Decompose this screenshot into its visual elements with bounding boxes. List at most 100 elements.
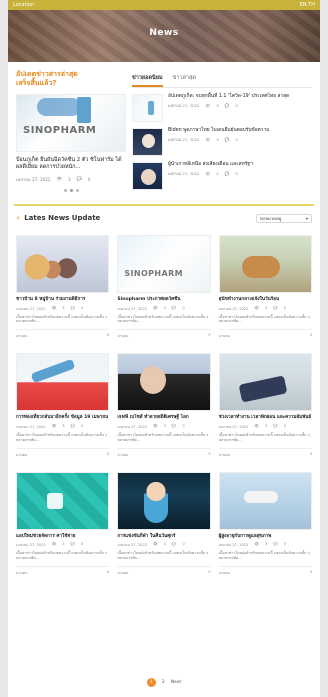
feed-title[interactable]: Biden พูดภาษาไทย ไบเดนยืนยันตอบรับข้อควา…: [168, 128, 312, 134]
read-more-link[interactable]: อ่านต่อ: [219, 333, 230, 339]
news-card-title[interactable]: แอปใหม่ช่วยจัดการ ค่าใช้จ่าย: [16, 534, 109, 540]
news-card-excerpt: เนื้อหาข่าวโดยย่อสำหรับบทความนี้ แสดงเป็…: [117, 551, 209, 561]
comments-icon: 💬: [171, 423, 177, 428]
page-1-button[interactable]: 1: [146, 678, 156, 687]
news-grid: ชาวบ้าน 8 หมู่บ้าน ร่วมงานพิธีการ เมษายน…: [8, 223, 320, 576]
news-card[interactable]: แอปใหม่ช่วยจัดการ ค่าใช้จ่าย เมษายน 27, …: [16, 471, 110, 576]
page: Location EN TH News อัปเดตข่าวสารล่าสุด …: [0, 0, 328, 697]
carousel-dot[interactable]: [75, 188, 79, 192]
featured-title[interactable]: ป้อนภูเก็ต ยืนยันฉีดวัคซีน 2 ตัว ซิโนฟาร…: [16, 157, 126, 172]
tab-popular[interactable]: ข่าวยอดนิยม: [132, 70, 163, 87]
read-more-link[interactable]: อ่านต่อ: [219, 452, 230, 458]
feed-title[interactable]: ผู้นำเกาหลีเหนือ ส่งเสียงเตือน และสหรัฐฯ: [168, 162, 312, 168]
read-more-link[interactable]: อ่านต่อ: [16, 570, 27, 576]
news-card[interactable]: ช่วงเวลาทำงาน เวลาพักผ่อน และความสัมพันธ…: [218, 353, 312, 458]
news-card-excerpt: เนื้อหาข่าวโดยย่อสำหรับบทความนี้ แสดงเป็…: [16, 314, 107, 324]
news-card-meta: เมษายน 27, 2022 👁 3 💬 0: [16, 542, 84, 548]
news-card[interactable]: ผู้สูงอายุกับการดูแลสุขภาพ เมษายน 27, 20…: [218, 471, 312, 576]
feed-meta: เมษายน 27, 2022 👁 3 💬 0: [168, 102, 238, 108]
feed-item[interactable]: Biden พูดภาษาไทย ไบเดนยืนยันตอบรับข้อควา…: [132, 128, 312, 156]
comments-icon: 💬: [224, 102, 230, 108]
featured-section-title: อัปเดตข่าวสารล่าสุด เสร็จสิ้นแล้ว?: [16, 70, 78, 88]
news-card[interactable]: การแข่งขันกีฬา ในคืนวันศุกร์ เมษายน 27, …: [117, 471, 211, 576]
news-card-image[interactable]: [218, 234, 312, 293]
next-page-link[interactable]: Next: [171, 680, 181, 685]
carousel-dot[interactable]: [63, 188, 67, 192]
news-card-title[interactable]: ชาวบ้าน 8 หมู่บ้าน ร่วมงานพิธีการ: [16, 297, 109, 303]
comments-icon: 💬: [273, 423, 278, 428]
comments-icon: 💬: [171, 305, 177, 310]
tab-latest[interactable]: ข่าวล่าสุด: [173, 70, 196, 87]
news-card[interactable]: สุนัขทำงานกลางแจ้งในวันร้อน เมษายน 27, 2…: [218, 234, 312, 339]
news-card-title[interactable]: การแข่งขันกีฬา ในคืนวันศุกร์: [117, 534, 210, 540]
read-more-link[interactable]: อ่านต่อ: [117, 333, 128, 339]
news-card-image[interactable]: [16, 471, 110, 530]
featured-meta: เมษายน 27, 2022 👁 3 💬 0: [16, 176, 126, 183]
feed-thumb: [132, 162, 163, 190]
feed-item[interactable]: อัปเดตภูเก็ต: จบทุกพื้นที่ 1.1 'โควิด-19…: [132, 94, 312, 122]
views-icon: 👁: [205, 102, 211, 108]
hand-graphic: [37, 98, 81, 117]
news-card-footer: อ่านต่อ 0: [218, 566, 312, 576]
feed-meta: เมษายน 27, 2022 👁 2 💬 0: [168, 170, 238, 176]
news-card-excerpt: เนื้อหาข่าวโดยย่อสำหรับบทความนี้ แสดงเป็…: [16, 432, 107, 442]
views-icon: 👁: [205, 136, 211, 142]
news-feed: อัปเดตภูเก็ต: จบทุกพื้นที่ 1.1 'โควิด-19…: [132, 94, 312, 190]
news-card-image[interactable]: [218, 471, 312, 530]
news-card-image[interactable]: [117, 234, 211, 293]
views-icon: 👁: [254, 305, 259, 310]
news-card-title[interactable]: การท่องเที่ยวกลับมาอีกครั้ง ข้อมูล 19 เม…: [16, 415, 109, 421]
latest-news-title: ⚡ Lates News Update: [16, 214, 101, 223]
news-card-title[interactable]: ช่วงเวลาทำงาน เวลาพักผ่อน และความสัมพันธ…: [219, 415, 312, 421]
news-card-meta: เมษายน 27, 2022 👁 3 💬 0: [218, 305, 286, 311]
views-icon: 👁: [153, 423, 158, 428]
feed-item[interactable]: ผู้นำเกาหลีเหนือ ส่งเสียงเตือน และสหรัฐฯ…: [132, 162, 312, 190]
news-card-footer: อ่านต่อ 0: [16, 447, 110, 458]
news-card-title[interactable]: สุนัขทำงานกลางแจ้งในวันร้อน: [219, 297, 312, 303]
featured-image-brand: SINOPHARM: [23, 125, 97, 137]
news-card-footer: อ่านต่อ 0: [117, 329, 211, 339]
feed-thumb: [132, 94, 163, 122]
comments-icon: 💬: [273, 305, 278, 310]
category-select[interactable]: ทุกหมวดหมู่ ▾: [256, 213, 312, 223]
carousel-dot-active[interactable]: [69, 188, 73, 192]
category-select-value: ทุกหมวดหมู่: [260, 215, 282, 221]
topbar-language[interactable]: EN TH: [300, 2, 315, 8]
pagination: 1 2 Next: [8, 678, 320, 687]
news-card-image[interactable]: [16, 353, 110, 412]
feed-title[interactable]: อัปเดตภูเก็ต: จบทุกพื้นที่ 1.1 'โควิด-19…: [168, 94, 312, 100]
news-card[interactable]: การท่องเที่ยวกลับมาอีกครั้ง ข้อมูล 19 เม…: [16, 353, 110, 458]
news-card-meta: เมษายน 27, 2022 👁 3 💬 0: [117, 542, 185, 548]
news-card[interactable]: Sinopharm ประกาศผลวัคซีน เมษายน 27, 2022…: [117, 234, 211, 339]
news-card-title[interactable]: Sinopharm ประกาศผลวัคซีน: [117, 297, 210, 303]
news-card-image[interactable]: [117, 471, 211, 530]
news-card-title[interactable]: เจฟฟ์ เบโซส์ ทำลายสถิติเศรษฐี โลก: [117, 415, 210, 421]
page-2-link[interactable]: 2: [162, 680, 165, 685]
featured-image[interactable]: SINOPHARM: [16, 94, 126, 153]
feed-meta: เมษายน 27, 2022 👁 3 💬 0: [168, 136, 238, 142]
read-more-link[interactable]: อ่านต่อ: [16, 333, 27, 339]
share-count: 0: [208, 333, 211, 338]
views-icon: 👁: [153, 305, 158, 310]
share-count: 0: [107, 451, 110, 456]
news-card-image[interactable]: [16, 234, 110, 293]
news-tabs-panel: ข่าวยอดนิยม ข่าวล่าสุด อัปเดตภูเก็ต: จบท…: [132, 70, 312, 192]
views-icon: 👁: [254, 423, 259, 428]
read-more-link[interactable]: อ่านต่อ: [219, 570, 230, 576]
read-more-link[interactable]: อ่านต่อ: [117, 452, 128, 458]
read-more-link[interactable]: อ่านต่อ: [117, 570, 128, 576]
news-card-meta: เมษายน 27, 2022 👁 3 💬 0: [117, 423, 185, 429]
news-card[interactable]: เจฟฟ์ เบโซส์ ทำลายสถิติเศรษฐี โลก เมษายน…: [117, 353, 211, 458]
news-card-excerpt: เนื้อหาข่าวโดยย่อสำหรับบทความนี้ แสดงเป็…: [218, 551, 310, 561]
news-card-image[interactable]: [117, 353, 211, 412]
news-card-footer: อ่านต่อ 0: [218, 447, 312, 458]
news-card-footer: อ่านต่อ 0: [218, 329, 312, 339]
read-more-link[interactable]: อ่านต่อ: [16, 452, 27, 458]
topbar-location[interactable]: Location: [13, 2, 34, 8]
share-count: 0: [309, 570, 312, 575]
comments-icon: 💬: [70, 305, 76, 310]
news-card[interactable]: ชาวบ้าน 8 หมู่บ้าน ร่วมงานพิธีการ เมษายน…: [16, 234, 110, 339]
news-card-title[interactable]: ผู้สูงอายุกับการดูแลสุขภาพ: [219, 534, 312, 540]
news-card-image[interactable]: [218, 353, 312, 412]
views-icon: 👁: [51, 542, 57, 547]
